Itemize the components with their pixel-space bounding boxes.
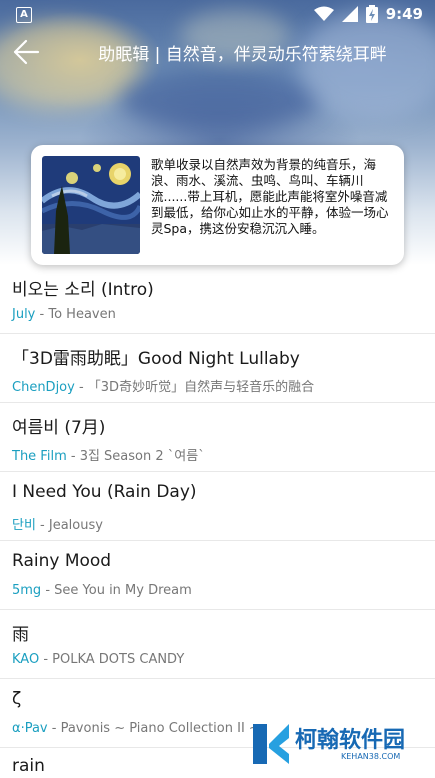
song-title: 비오는 소리 (Intro)	[12, 280, 154, 300]
song-artist: KAO	[12, 652, 40, 667]
song-list: 비오는 소리 (Intro) July - To Heaven 「3D雷雨助眠」…	[0, 265, 435, 778]
watermark-logo-icon	[253, 724, 289, 764]
song-item[interactable]: 비오는 소리 (Intro) July - To Heaven	[0, 265, 435, 334]
song-album: - Jealousy	[35, 518, 103, 533]
site-watermark: 柯翰软件园 KEHAN38.COM	[249, 718, 417, 770]
song-title: I Need You (Rain Day)	[12, 482, 197, 502]
status-bar: A 9:49	[0, 0, 435, 32]
song-artist: 5mg	[12, 583, 42, 598]
song-album: - To Heaven	[35, 307, 116, 322]
clock: 9:49	[385, 5, 423, 23]
signal-icon	[341, 6, 358, 22]
watermark-subtext: KEHAN38.COM	[341, 752, 401, 761]
song-album: - 「3D奇妙听觉」自然声与轻音乐的融合	[74, 380, 315, 395]
song-album: - See You in My Dream	[41, 583, 192, 598]
song-album: - Pavonis ~ Piano Collection II ~	[47, 721, 260, 736]
playlist-cover-image	[42, 156, 140, 254]
playlist-info-card[interactable]: 歌单收录以自然声效为背景的纯音乐，海浪、雨水、溪流、虫鸣、鸟叫、车辆川流....…	[31, 145, 404, 265]
song-item[interactable]: 「3D雷雨助眠」Good Night Lullaby ChenDjoy - 「3…	[0, 334, 435, 403]
song-artist: 단비	[12, 518, 36, 533]
song-title: 「3D雷雨助眠」Good Night Lullaby	[12, 349, 300, 369]
song-album: - POLKA DOTS CANDY	[39, 652, 185, 667]
playlist-description: 歌单收录以自然声效为背景的纯音乐，海浪、雨水、溪流、虫鸣、鸟叫、车辆川流....…	[151, 157, 389, 236]
page-title: 助眠辑 | 自然音，伴灵动乐符萦绕耳畔	[98, 45, 387, 65]
song-artist: α·Pav	[12, 721, 48, 736]
song-item[interactable]: 雨 KAO - POLKA DOTS CANDY	[0, 610, 435, 679]
song-title: rain	[12, 756, 45, 776]
song-title: 雨	[12, 625, 29, 645]
song-artist: The Film	[12, 449, 67, 464]
song-title: 여름비 (7月)	[12, 418, 106, 438]
song-title: Rainy Mood	[12, 551, 112, 571]
song-title: ζ	[12, 689, 22, 709]
song-artist: ChenDjoy	[12, 380, 75, 395]
wifi-icon	[313, 6, 334, 21]
back-arrow-icon[interactable]	[12, 38, 40, 66]
watermark-text: 柯翰软件园	[295, 728, 406, 753]
app-notification-icon: A	[16, 7, 32, 23]
song-album: - 3집 Season 2 `여름`	[66, 449, 205, 464]
song-item[interactable]: 여름비 (7月) The Film - 3집 Season 2 `여름`	[0, 403, 435, 472]
title-bar: 助眠辑 | 自然音，伴灵动乐符萦绕耳畔	[0, 32, 435, 72]
battery-charging-icon	[365, 5, 378, 23]
song-artist: July	[12, 307, 36, 322]
song-item[interactable]: Rainy Mood 5mg - See You in My Dream	[0, 541, 435, 610]
song-item[interactable]: I Need You (Rain Day) 단비 - Jealousy	[0, 472, 435, 541]
